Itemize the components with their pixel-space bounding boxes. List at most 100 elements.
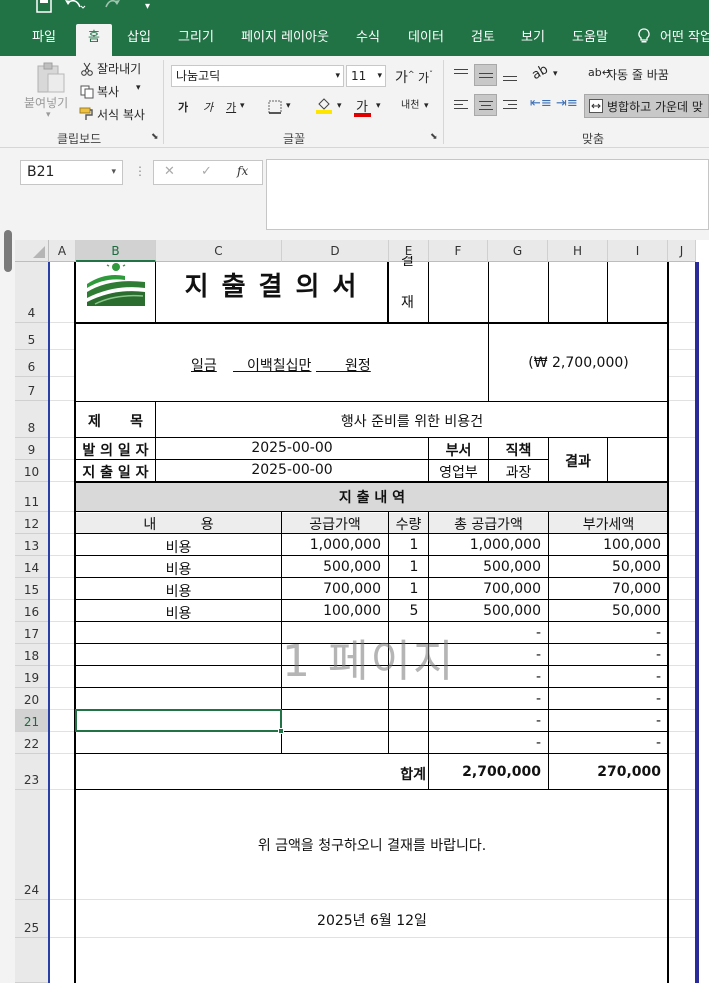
- font-color-dropdown-icon[interactable]: ▾: [376, 101, 381, 111]
- insert-function-icon[interactable]: fx: [237, 164, 248, 178]
- borders-icon[interactable]: [268, 99, 282, 118]
- cancel-icon[interactable]: ✕: [164, 164, 175, 179]
- phonetic-button[interactable]: 내천: [401, 96, 419, 111]
- row-header[interactable]: 9: [15, 438, 49, 460]
- row-header[interactable]: 7: [15, 377, 49, 401]
- row-header[interactable]: 14: [15, 556, 49, 578]
- border-line: [75, 401, 668, 402]
- row-header[interactable]: 8: [15, 401, 49, 438]
- italic-button[interactable]: 가: [203, 99, 213, 115]
- fill-handle[interactable]: [278, 728, 284, 734]
- shrink-font-button[interactable]: 가ˇ: [418, 69, 433, 86]
- row-header[interactable]: 6: [15, 350, 49, 377]
- align-middle-icon[interactable]: [474, 64, 497, 86]
- row-header[interactable]: 21: [15, 710, 49, 732]
- increase-indent-icon[interactable]: ⇥≡: [556, 96, 578, 111]
- column-header[interactable]: H: [548, 240, 608, 262]
- paste-dropdown-icon[interactable]: ▾: [46, 110, 51, 120]
- row-header[interactable]: 17: [15, 622, 49, 644]
- chevron-down-icon[interactable]: ▾: [111, 161, 116, 184]
- gridline: [668, 643, 696, 644]
- select-all-corner[interactable]: [15, 240, 49, 262]
- decrease-indent-icon[interactable]: ⇤≡: [530, 96, 552, 111]
- gridline: [668, 555, 696, 556]
- tab-review[interactable]: 검토: [464, 16, 502, 56]
- underline-dropdown-icon[interactable]: ▾: [240, 101, 245, 111]
- underline-button[interactable]: 가: [226, 99, 236, 115]
- cut-button[interactable]: 잘라내기: [97, 60, 141, 77]
- column-header[interactable]: C: [156, 240, 282, 262]
- customize-icon[interactable]: ▾: [145, 1, 150, 12]
- orientation-dropdown-icon[interactable]: ▾: [553, 69, 558, 79]
- column-header[interactable]: A: [49, 240, 76, 262]
- formula-input[interactable]: [266, 159, 709, 230]
- align-right-icon[interactable]: [500, 96, 520, 116]
- font-size-select[interactable]: 11 ▾: [346, 65, 386, 87]
- copy-button[interactable]: 복사: [97, 83, 119, 100]
- drag-handle-icon[interactable]: ⋮: [134, 164, 146, 178]
- row-header[interactable]: 4: [15, 262, 49, 323]
- orientation-icon[interactable]: ab: [529, 62, 551, 83]
- tab-page-layout[interactable]: 페이지 레이아웃: [234, 16, 336, 56]
- gridline: [668, 437, 696, 438]
- row-header[interactable]: 15: [15, 578, 49, 600]
- scrollbar-thumb[interactable]: [4, 230, 12, 272]
- row-header[interactable]: 5: [15, 323, 49, 350]
- tab-insert[interactable]: 삽입: [120, 16, 158, 56]
- table-header: 부가세액: [582, 517, 635, 533]
- row-header[interactable]: 13: [15, 534, 49, 556]
- column-header[interactable]: J: [668, 240, 696, 262]
- tab-help[interactable]: 도움말: [566, 16, 614, 56]
- fill-color-icon[interactable]: [315, 96, 333, 118]
- font-name-select[interactable]: 나눔고딕 ▾: [171, 65, 344, 87]
- format-painter-button[interactable]: 서식 복사: [97, 106, 145, 123]
- align-top-icon[interactable]: [451, 64, 471, 84]
- wrap-text-button[interactable]: 자동 줄 바꿈: [606, 66, 669, 83]
- column-header[interactable]: I: [608, 240, 668, 262]
- column-header[interactable]: B: [76, 240, 156, 262]
- save-icon[interactable]: [36, 0, 52, 17]
- grow-font-button[interactable]: 가^: [395, 67, 415, 87]
- underline-gap: [233, 371, 248, 372]
- column-header[interactable]: D: [282, 240, 389, 262]
- row-header[interactable]: 10: [15, 460, 49, 482]
- row-header[interactable]: 12: [15, 512, 49, 534]
- row-header[interactable]: 16: [15, 600, 49, 622]
- column-header[interactable]: G: [488, 240, 548, 262]
- dept-label: 부서: [445, 443, 472, 459]
- name-box[interactable]: B21 ▾: [20, 160, 123, 185]
- paste-icon[interactable]: [36, 62, 66, 98]
- row-header[interactable]: 25: [15, 900, 49, 938]
- align-left-icon[interactable]: [451, 96, 471, 116]
- row-header[interactable]: 18: [15, 644, 49, 666]
- tab-formulas[interactable]: 수식: [349, 16, 387, 56]
- column-header[interactable]: F: [429, 240, 488, 262]
- selected-cell-b21[interactable]: [75, 709, 282, 732]
- dialog-launcher-icon[interactable]: ⬊: [430, 132, 438, 142]
- tell-me-search[interactable]: 어떤 작업: [660, 16, 709, 56]
- undo-icon[interactable]: [64, 0, 86, 17]
- copy-dropdown-icon[interactable]: ▾: [136, 83, 141, 93]
- row-header[interactable]: 22: [15, 732, 49, 754]
- fill-color-dropdown-icon[interactable]: ▾: [337, 101, 342, 111]
- row-header[interactable]: 20: [15, 688, 49, 710]
- redo-icon[interactable]: [102, 0, 124, 17]
- row-header[interactable]: 23: [15, 754, 49, 790]
- paste-button[interactable]: 붙여넣기: [24, 94, 68, 111]
- align-bottom-icon[interactable]: [500, 64, 520, 84]
- row-header[interactable]: 11: [15, 482, 49, 512]
- lightbulb-icon[interactable]: [636, 16, 652, 56]
- enter-icon[interactable]: ✓: [201, 164, 212, 179]
- row-header[interactable]: 19: [15, 666, 49, 688]
- row-header[interactable]: 24: [15, 790, 49, 900]
- merge-center-button[interactable]: 병합하고 가운데 맞: [584, 94, 709, 118]
- borders-dropdown-icon[interactable]: ▾: [286, 101, 291, 111]
- align-center-icon[interactable]: [474, 94, 497, 116]
- dialog-launcher-icon[interactable]: ⬊: [151, 132, 159, 142]
- tab-data[interactable]: 데이터: [402, 16, 450, 56]
- bold-button[interactable]: 가: [178, 99, 188, 115]
- tab-file[interactable]: 파일: [24, 16, 64, 56]
- tab-view[interactable]: 보기: [515, 16, 551, 56]
- tab-draw[interactable]: 그리기: [172, 16, 220, 56]
- phonetic-dropdown-icon[interactable]: ▾: [424, 101, 429, 111]
